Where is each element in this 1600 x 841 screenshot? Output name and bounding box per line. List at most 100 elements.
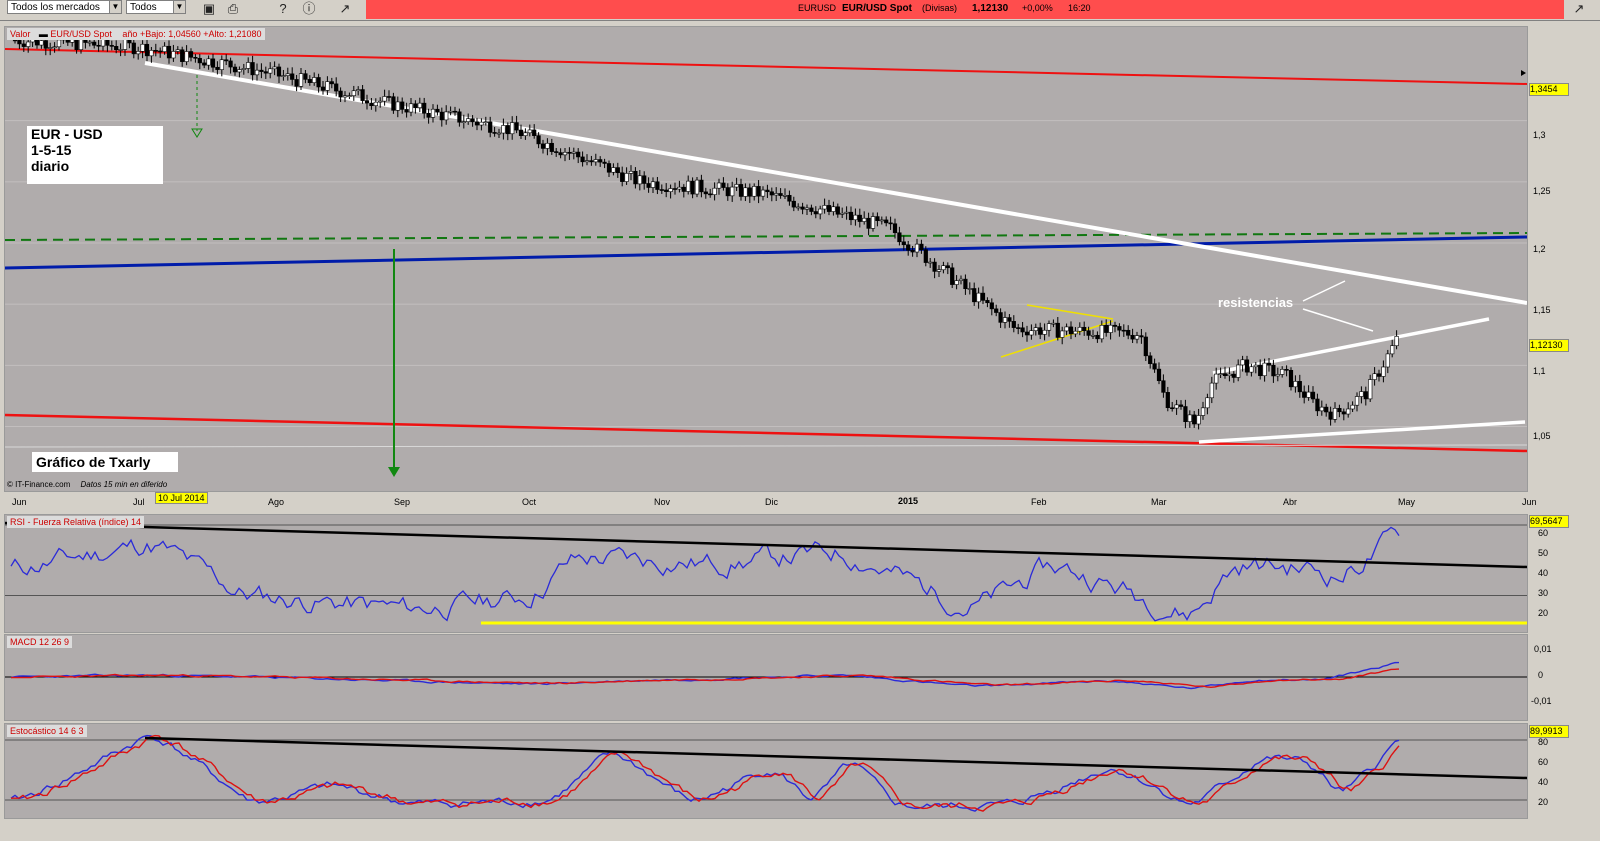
candle-body [690,180,695,195]
candle-body [954,280,959,285]
stochastic-canvas [5,734,1527,812]
chevron-down-icon[interactable]: ▼ [109,1,121,13]
candle-body [74,38,79,50]
candle-body [1090,334,1096,337]
candle-body [703,191,708,195]
candle-body [417,102,422,109]
candle-body [1178,404,1184,407]
candle-body [646,183,651,188]
candle-body [602,161,607,164]
candle-body [448,110,453,113]
candle-body [562,151,568,156]
candle-body [782,195,788,197]
candle-body [1341,411,1346,415]
candle-body [1024,331,1030,336]
candle-body [505,125,510,135]
candle-body [884,219,889,224]
candle-body [26,41,31,47]
candle-body [21,43,26,47]
candle-body [901,241,906,246]
candle-body [118,49,123,51]
candle-body [866,217,871,229]
candle-body [716,182,722,189]
candle-body [1236,364,1241,378]
candle-body [1196,415,1201,425]
candle-body [263,71,268,74]
candle-body [1262,362,1267,377]
candle-body [369,102,374,107]
candle-body [422,102,427,114]
candle-body [584,160,590,163]
candle-body [1055,322,1060,338]
candle-body [1161,380,1166,393]
candle-body [391,96,396,111]
print-icon[interactable]: ⎙ [222,0,244,18]
candle-body [1073,330,1078,335]
candle-body [848,211,854,221]
candle-body [1244,359,1250,373]
candle-body [1099,324,1104,340]
candle-body [1253,364,1258,368]
candle-body [254,69,260,76]
candle-body [166,45,172,59]
chart-settings-icon[interactable]: ↗ [1568,0,1590,18]
candle-body [470,118,475,123]
price-chart-panel[interactable]: Valor ▬ EUR/USD Spot año +Bajo: 1,04560 … [4,26,1528,492]
chart-icon[interactable]: ↗ [334,0,356,18]
candle-body [1390,345,1395,355]
y-tick: 40 [1538,568,1549,578]
info-icon[interactable]: ⓘ [298,0,320,18]
macd-label: MACD 12 26 9 [7,636,73,648]
candle-body [1258,364,1263,377]
rsi-line [10,526,1400,622]
filter-select[interactable]: Todos ▼ [126,0,186,14]
candle-body [136,51,141,55]
candle-body [439,111,444,121]
candle-body [950,267,955,285]
x-tick: May [1398,497,1416,507]
chevron-down-icon[interactable]: ▼ [173,1,185,13]
legend-label: Valor [10,29,31,39]
candle-body [765,189,770,193]
candle-body [1033,327,1038,332]
candle-body [1376,373,1382,377]
candle-body [1385,353,1390,368]
candle-body [483,121,488,124]
candle-body [532,129,537,136]
candle-body [175,49,180,52]
legend-stats: año +Bajo: 1,04560 +Alto: 1,21080 [122,29,262,39]
candle-body [1165,392,1170,409]
candle-body [1112,324,1118,327]
candle-body [540,143,546,149]
candle-body [862,217,867,222]
candle-body [892,223,898,234]
candle-body [131,42,136,55]
market-select[interactable]: Todos los mercados ▼ [7,0,122,14]
candle-body [1394,336,1399,347]
y-tick: 80 [1538,737,1549,747]
candle-body [914,243,920,253]
candle-body [1297,381,1302,393]
candle-body [193,57,198,59]
candle-body [1214,373,1219,384]
candle-body [919,243,924,250]
candle-body [364,100,370,104]
candle-body [743,187,748,197]
macd-panel[interactable]: MACD 12 26 9 [4,634,1528,721]
save-icon[interactable]: ▣ [198,0,220,18]
candle-body [1104,324,1109,333]
rsi-panel[interactable]: RSI - Fuerza Relativa (índice) 14 [4,514,1528,633]
y-tick: 50 [1538,548,1549,558]
stochastic-panel[interactable]: Estocástico 14 6 3 [4,723,1528,819]
candle-body [1293,381,1298,388]
candle-body [1346,408,1351,415]
ticker-symbol: EURUSD [798,3,837,13]
candle-body [1038,327,1043,335]
candle-body [12,39,18,42]
help-icon[interactable]: ? [272,0,294,18]
candle-body [281,75,286,77]
candle-body [1002,317,1008,323]
candle-body [1368,379,1373,400]
candle-body [162,45,167,52]
candle-body [1042,329,1047,335]
